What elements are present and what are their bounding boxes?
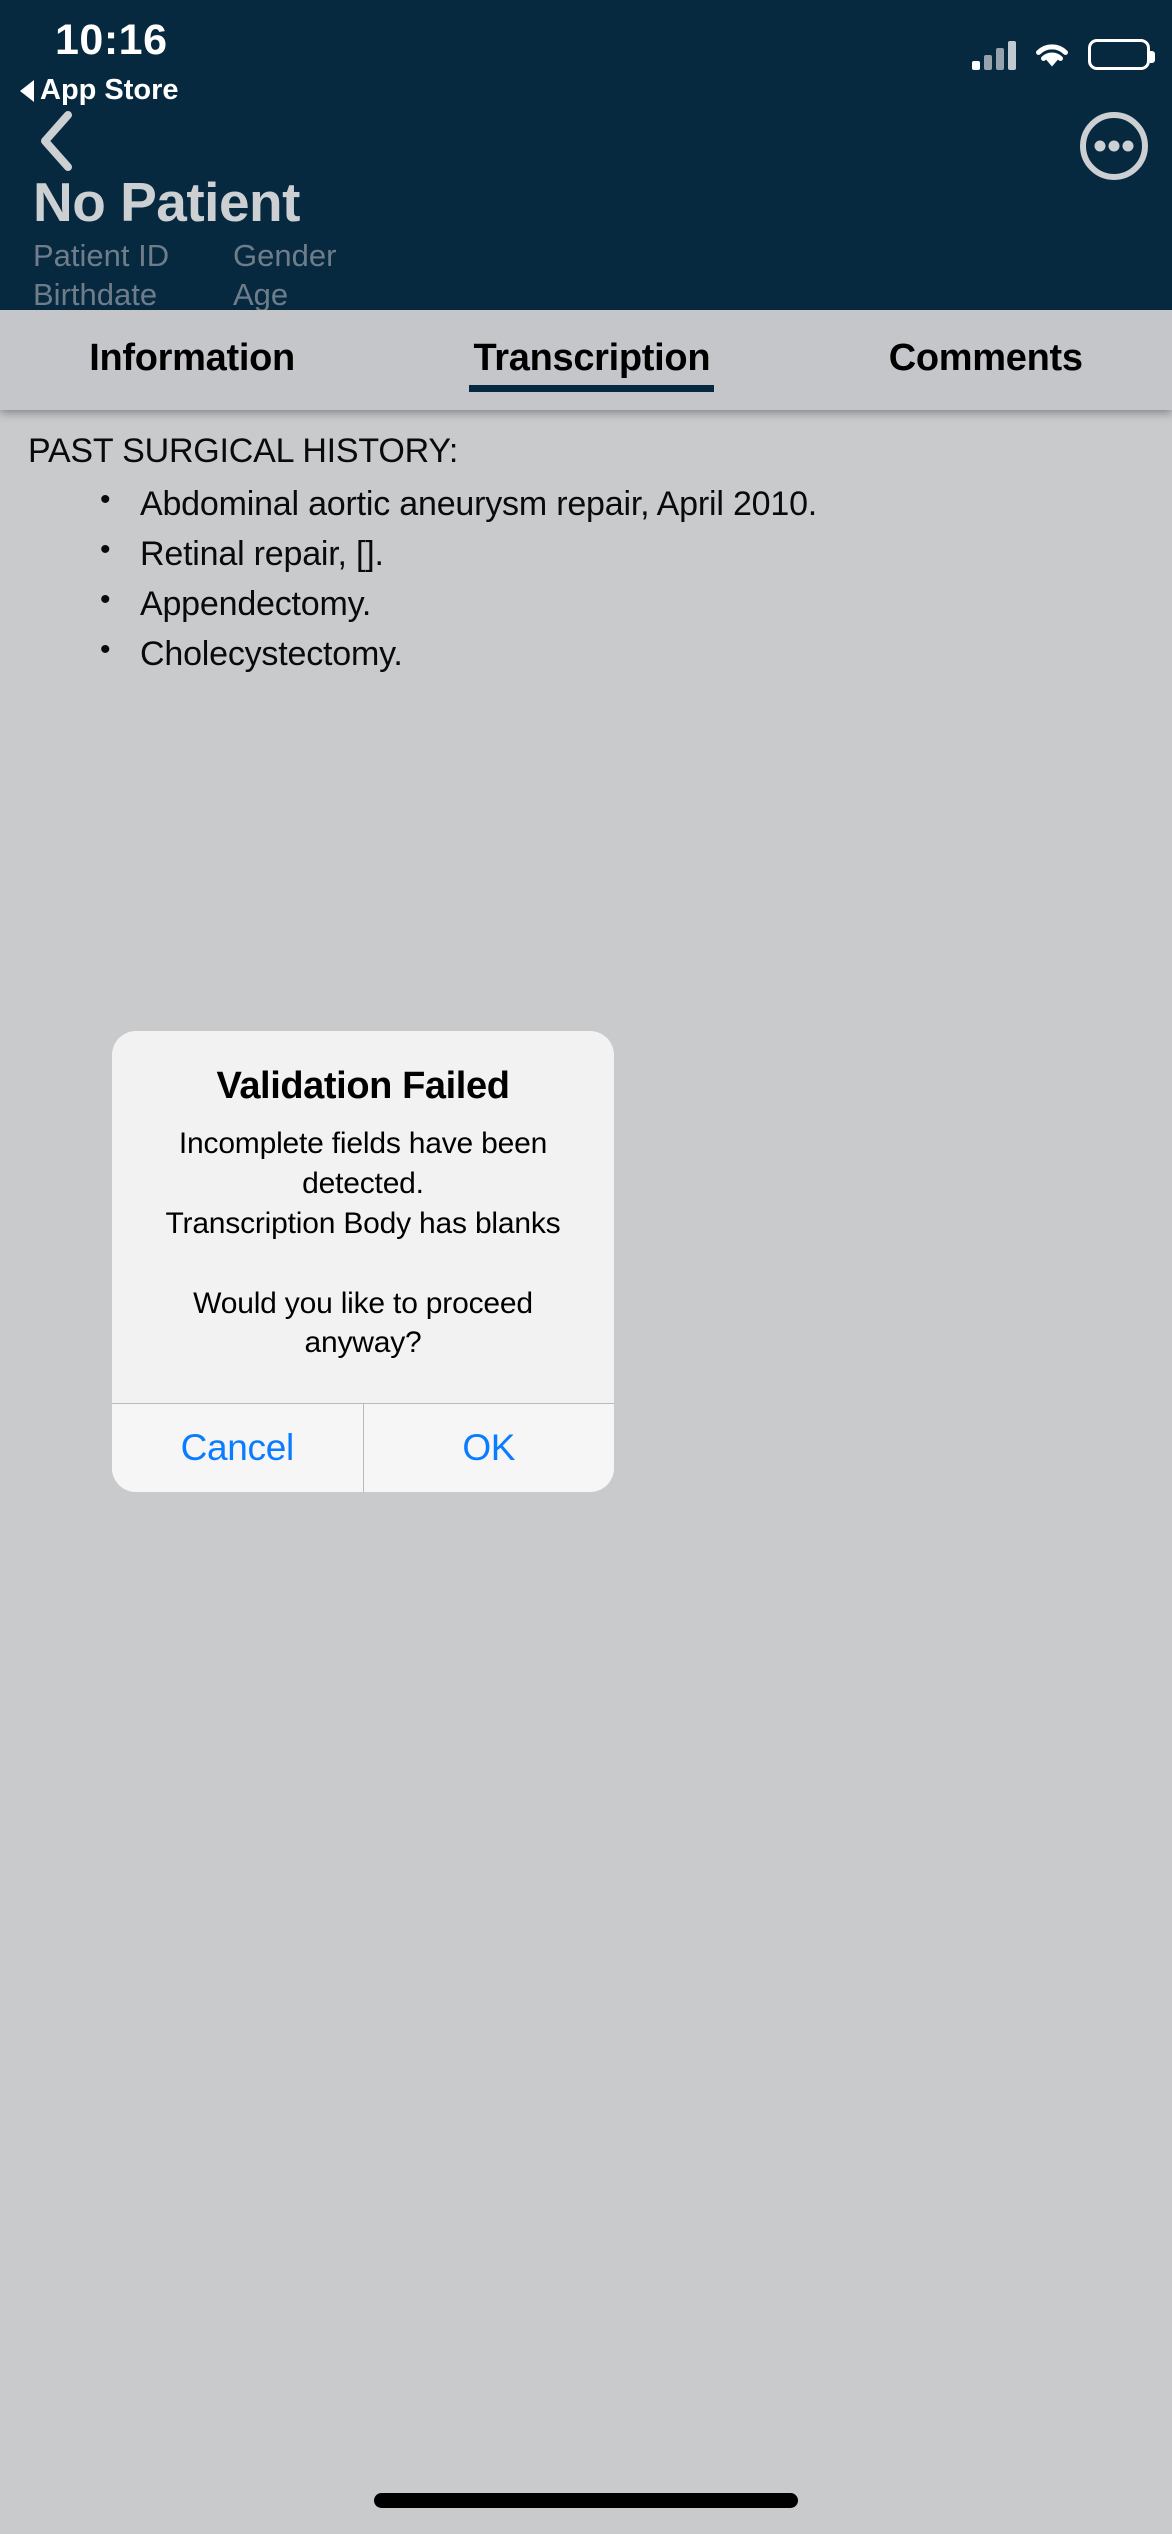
ok-button[interactable]: OK [362, 1404, 614, 1493]
tab-transcription[interactable]: Transcription [469, 331, 715, 392]
patient-id-label: Patient ID [33, 238, 170, 273]
surgical-history-list: Abdominal aortic aneurysm repair, April … [28, 477, 1144, 680]
patient-field-row: Birthdate Age [33, 279, 336, 310]
tab-comments[interactable]: Comments [885, 331, 1087, 390]
section-heading: PAST SURGICAL HISTORY: [28, 432, 459, 470]
patient-field-row: Patient ID Gender [33, 240, 336, 271]
app-header: 10:16 App Store No Patient Patient ID Ge… [0, 0, 1172, 310]
back-button[interactable] [22, 106, 92, 176]
patient-summary: No Patient Patient ID Gender Birthdate A… [33, 175, 336, 318]
ellipsis-circle-icon [1080, 112, 1148, 180]
status-bar-indicators [972, 24, 1155, 70]
status-bar: 10:16 App Store [0, 0, 1172, 105]
status-bar-time: 10:16 [55, 16, 168, 64]
list-item: Cholecystectomy. [28, 628, 1144, 679]
birthdate-label: Birthdate [33, 277, 158, 312]
tab-bar: Information Transcription Comments [0, 310, 1172, 410]
dialog-message: Incomplete fields have been detected. Tr… [165, 1127, 561, 1360]
patient-fields: Patient ID Gender Birthdate Age [33, 240, 336, 310]
patient-name: No Patient [33, 171, 300, 233]
dialog-title: Validation Failed [216, 1065, 510, 1107]
chevron-left-icon [41, 111, 72, 171]
battery-full-icon [1088, 39, 1155, 70]
signal-bars-icon [972, 40, 1016, 70]
wifi-icon [1032, 40, 1072, 70]
more-options-button[interactable] [1078, 110, 1150, 182]
cancel-button[interactable]: Cancel [112, 1404, 363, 1493]
dialog-actions: Cancel OK [112, 1403, 614, 1493]
gender-label: Gender [233, 238, 337, 273]
list-item: Appendectomy. [28, 578, 1144, 629]
list-item: Abdominal aortic aneurysm repair, April … [28, 477, 1144, 529]
phone-screen: 10:16 App Store No Patient Patient ID Ge… [0, 0, 1172, 2534]
back-triangle-icon [20, 79, 34, 102]
list-item: Retinal repair, []. [28, 528, 1144, 579]
dialog-body: Validation Failed Incomplete fields have… [112, 1031, 614, 1403]
tab-information[interactable]: Information [85, 331, 299, 390]
transcription-document[interactable]: PAST SURGICAL HISTORY: Abdominal aortic … [0, 412, 1172, 680]
home-indicator[interactable] [374, 2493, 798, 2508]
age-label: Age [233, 277, 289, 312]
validation-failed-dialog: Validation Failed Incomplete fields have… [112, 1031, 614, 1493]
